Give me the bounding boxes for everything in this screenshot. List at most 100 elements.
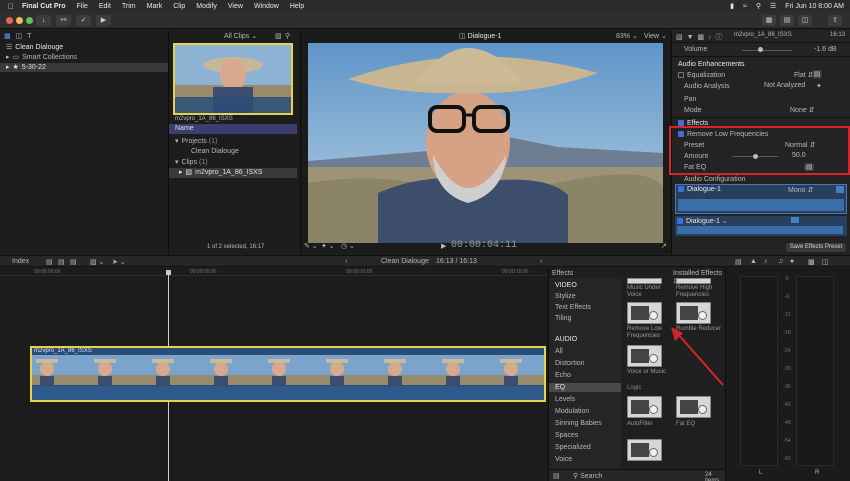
audio-skimming-icon[interactable]: ♪ <box>764 258 768 265</box>
category-item[interactable]: Text Effects <box>549 303 621 312</box>
equalization-value[interactable]: Flat ⇵ <box>794 71 814 79</box>
headphones-icon[interactable]: ♫ <box>778 258 783 265</box>
clips-group[interactable]: ▾ Clips (1) <box>169 158 300 168</box>
menu-modify[interactable]: Modify <box>196 3 217 10</box>
audio-role-channel[interactable]: Dialogue-1 Mono ⇵ <box>675 184 847 214</box>
view-menu[interactable]: View ⌄ <box>644 32 667 40</box>
disclosure-open-icon[interactable]: ▾ <box>175 137 179 147</box>
audio-inspector-icon[interactable]: ♪ <box>708 34 712 41</box>
search-icon[interactable]: ⚲ <box>285 32 290 40</box>
titles-icon[interactable]: T <box>27 33 31 40</box>
category-item[interactable]: Tiling <box>549 314 621 323</box>
video-inspector-icon[interactable]: ▧ <box>676 34 683 41</box>
effect-thumbnail[interactable] <box>627 302 662 324</box>
effects-browser-icon[interactable]: ▩ <box>808 258 815 266</box>
menu-view[interactable]: View <box>228 3 243 10</box>
transform-icon[interactable]: ✎ ⌄ <box>304 242 318 250</box>
append-icon[interactable]: ▤ <box>70 258 77 266</box>
menu-window[interactable]: Window <box>254 3 279 10</box>
timeline-clip[interactable]: m2vpro_1A_86_ISXS <box>30 346 546 402</box>
snapping-icon[interactable]: ● <box>790 258 794 265</box>
disclosure-icon[interactable]: ▸ <box>6 53 10 62</box>
select-tool-icon[interactable]: ➤ ⌄ <box>112 258 126 266</box>
speed-icon[interactable]: ◷ ⌄ <box>341 242 355 250</box>
channel-mode-popup[interactable]: Mono ⇵ <box>788 186 813 194</box>
save-effects-preset-button[interactable]: Save Effects Preset <box>786 243 846 252</box>
video-frame[interactable] <box>308 43 663 243</box>
list-item[interactable]: Clean Dialouge <box>169 147 300 157</box>
back-arrow-icon[interactable]: ‹ <box>345 258 347 265</box>
menu-file[interactable]: File <box>77 3 88 10</box>
layout-inspector-icon[interactable]: ◫ <box>798 15 812 26</box>
control-center-icon[interactable]: ☰ <box>770 2 776 10</box>
info-inspector-icon[interactable]: ⓘ <box>716 34 723 41</box>
minimize-window-button[interactable] <box>16 17 23 24</box>
effect-enable-checkbox[interactable] <box>678 131 684 138</box>
library-item[interactable]: ☰ Clean Dialouge <box>0 43 168 52</box>
category-item[interactable]: Specialized <box>549 443 621 452</box>
category-item[interactable]: Spaces <box>549 431 621 440</box>
skimming-icon[interactable]: ▲ <box>750 258 757 265</box>
disclosure-icon[interactable]: ▸ <box>6 63 10 72</box>
libraries-icon[interactable]: ▩ <box>4 33 11 40</box>
effect-thumbnail[interactable] <box>676 302 711 324</box>
fat-eq-button[interactable]: ▤ <box>804 163 814 171</box>
effect-thumbnail[interactable] <box>676 396 711 418</box>
menu-clip[interactable]: Clip <box>173 3 185 10</box>
audio-enhancements-header[interactable]: Audio Enhancements <box>672 60 850 69</box>
sidebar-toggle-icon[interactable]: ▤ <box>553 472 560 480</box>
zoom-window-button[interactable] <box>26 17 33 24</box>
list-item[interactable]: ▸ ▧ m2vpro_1A_86_ISXS <box>169 168 297 178</box>
layout-timeline-icon[interactable]: ▤ <box>780 15 794 26</box>
disclosure-open-icon[interactable]: ▾ <box>175 158 179 168</box>
eq-graph-button[interactable]: ▤ <box>812 70 822 79</box>
amount-slider-knob[interactable] <box>752 154 758 159</box>
background-tasks-icon[interactable]: ✓ <box>76 15 91 26</box>
color-inspector-icon[interactable]: ▼ <box>687 34 694 41</box>
amount-value[interactable]: 50.0 <box>792 152 806 159</box>
menu-trim[interactable]: Trim <box>122 3 136 10</box>
preset-popup[interactable]: Normal ⇵ <box>785 141 815 149</box>
projects-group[interactable]: ▾ Projects (1) <box>169 137 300 147</box>
filter-inspector-icon[interactable]: ▩ <box>697 34 704 41</box>
clip-thumbnail[interactable] <box>173 43 293 115</box>
search-icon[interactable]: ⚲ <box>756 2 761 10</box>
forward-arrow-icon[interactable]: › <box>540 258 542 265</box>
wifi-icon[interactable]: ≈ <box>743 3 747 10</box>
role-checkbox[interactable] <box>677 218 683 225</box>
volume-value[interactable]: -1.6 dB <box>814 46 837 53</box>
export-icon[interactable]: ⇧ <box>828 15 842 26</box>
import-icon[interactable]: ↓ <box>36 15 51 26</box>
audio-meter-icon[interactable]: ▤ <box>735 258 742 266</box>
filmstrip-icon[interactable]: ▧ <box>275 32 282 40</box>
equalization-checkbox[interactable] <box>678 72 684 79</box>
menu-help[interactable]: Help <box>290 3 304 10</box>
volume-slider-knob[interactable] <box>758 47 763 52</box>
disclosure-icon[interactable]: ▸ <box>179 168 183 178</box>
category-item[interactable]: Voice <box>549 455 621 464</box>
magic-wand-icon[interactable]: ✦ <box>816 82 822 90</box>
connect-icon[interactable]: ▤ <box>46 258 53 266</box>
clip-filter[interactable]: All Clips ⌄ <box>224 32 274 40</box>
enhance-icon[interactable]: ✦ ⌄ <box>321 242 335 250</box>
effect-thumbnail[interactable] <box>627 439 662 461</box>
event-item[interactable]: ▸ ★ 5-30-22 <box>0 63 168 72</box>
play-button[interactable]: ▶ <box>441 242 446 250</box>
category-item[interactable]: Stylize <box>549 292 621 301</box>
keywords-icon[interactable]: ⚯ <box>56 15 71 26</box>
transitions-browser-icon[interactable]: ◫ <box>822 258 829 266</box>
effect-thumbnail[interactable] <box>627 396 662 418</box>
apple-icon[interactable]:  <box>8 2 14 11</box>
app-menu[interactable]: Final Cut Pro <box>22 3 66 10</box>
effect-thumbnail[interactable] <box>627 345 662 367</box>
zoom-menu[interactable]: 83% ⌄ <box>616 32 638 40</box>
audio-config-header[interactable]: Audio Configuration <box>672 175 850 184</box>
menu-mark[interactable]: Mark <box>147 3 163 10</box>
category-item[interactable]: Sinning Babies <box>549 419 621 428</box>
menu-edit[interactable]: Edit <box>99 3 111 10</box>
close-window-button[interactable] <box>6 17 13 24</box>
audio-role-channel[interactable]: Dialogue-1 ⌄ <box>675 216 847 236</box>
role-checkbox[interactable] <box>678 186 684 193</box>
category-item[interactable]: Modulation <box>549 407 621 416</box>
index-button[interactable]: Index <box>12 258 29 265</box>
